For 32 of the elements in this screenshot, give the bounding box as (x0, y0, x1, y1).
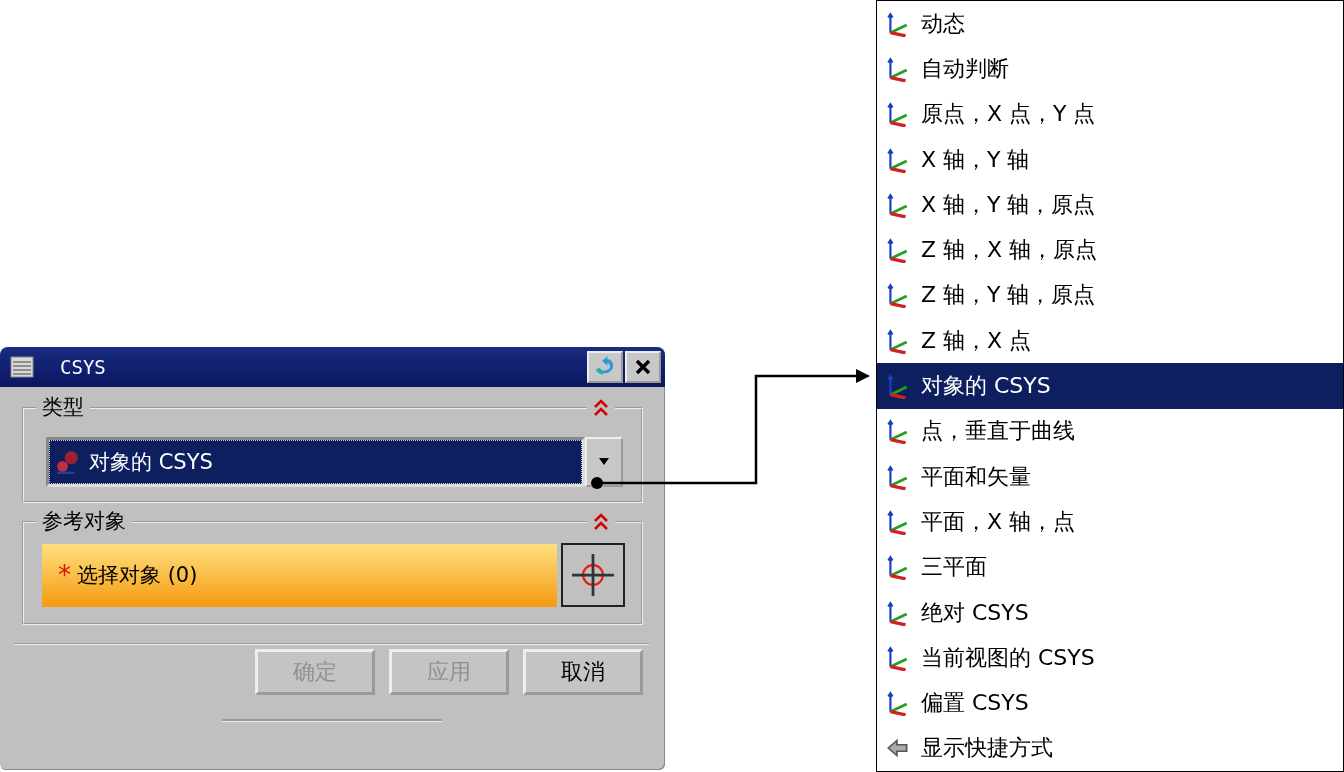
dropdown-arrow-button[interactable] (585, 437, 623, 487)
crosshair-icon (571, 553, 615, 597)
select-object-bar[interactable]: * 选择对象 (0) (42, 543, 557, 607)
crosshair-button[interactable] (561, 543, 625, 607)
menu-item[interactable]: X 轴，Y 轴，原点 (877, 182, 1343, 228)
section-title: 参考对象 (36, 507, 132, 535)
menu-item[interactable]: 平面和矢量 (877, 453, 1343, 500)
dropdown-value: 对象的 CSYS (89, 449, 213, 476)
menu-item[interactable]: 自动判断 (877, 46, 1343, 92)
select-prompt: 选择对象 (0) (77, 562, 198, 589)
menu-item[interactable]: X 轴，Y 轴 (877, 136, 1343, 183)
menu-item[interactable]: 显示快捷方式 (877, 725, 1343, 772)
menu-item[interactable]: 动态 (877, 1, 1343, 47)
object-csys-icon (55, 449, 81, 475)
dialog-button[interactable]: 取消 (523, 649, 643, 695)
window-title: CSYS (60, 356, 106, 378)
menu-item[interactable]: 平面，X 轴，点 (877, 499, 1343, 545)
menu-item[interactable]: 原点，X 点，Y 点 (877, 91, 1343, 137)
menu-item[interactable]: 偏置 CSYS (877, 680, 1343, 726)
close-button[interactable] (625, 351, 661, 383)
menu-item[interactable]: Z 轴，X 点 (877, 318, 1343, 364)
required-marker: * (58, 560, 71, 590)
menu-item[interactable]: 点，垂直于曲线 (877, 408, 1343, 454)
menu-item[interactable]: 三平面 (877, 544, 1343, 590)
menu-item[interactable]: Z 轴，Y 轴，原点 (877, 272, 1343, 319)
menu-item[interactable]: 当前视图的 CSYS (877, 635, 1343, 681)
close-icon (633, 357, 653, 377)
type-dropdown[interactable]: 对象的 CSYS (46, 437, 585, 487)
menu-item[interactable]: 对象的 CSYS (877, 363, 1343, 409)
menu-item[interactable]: Z 轴，X 轴，原点 (877, 227, 1343, 273)
menu-item[interactable]: 绝对 CSYS (877, 589, 1343, 636)
menu-icon[interactable] (10, 355, 34, 379)
